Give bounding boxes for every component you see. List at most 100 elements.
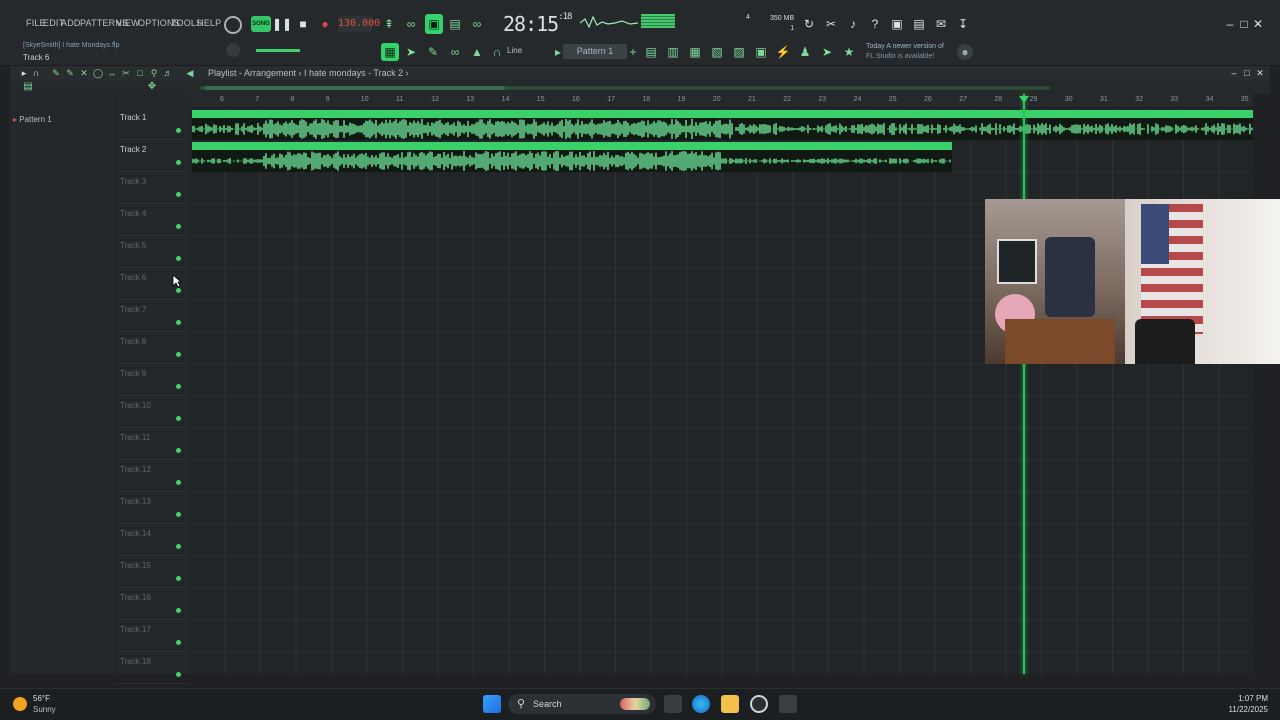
add-pattern-icon[interactable]: +	[625, 44, 641, 60]
track-header[interactable]: Track 1	[116, 108, 188, 140]
timeline-ruler[interactable]: 6 7 8 9 10 11 12 13 14 15 16 17 18 19 20 21 22 23 24 25 26 27…	[190, 94, 1253, 108]
pattern-selector[interactable]: Pattern 1	[563, 44, 627, 59]
playlist-speaker-icon[interactable]: ♬	[160, 65, 176, 81]
track-mute-led[interactable]	[176, 320, 181, 325]
plugin-icon[interactable]: ▨	[731, 44, 747, 60]
menu-view[interactable]: VIEW	[116, 18, 140, 28]
track-mute-led[interactable]	[176, 576, 181, 581]
track-header[interactable]: Track 16	[116, 588, 188, 620]
track-header[interactable]: Track 12	[116, 460, 188, 492]
track-header[interactable]: Track 18	[116, 652, 188, 684]
track-header[interactable]: Track 14	[116, 524, 188, 556]
undo-icon[interactable]: ↻	[801, 16, 817, 32]
piano-roll-icon[interactable]: ▦	[687, 44, 703, 60]
clock-date[interactable]: 11/22/2025	[1229, 705, 1268, 714]
fl-studio-icon[interactable]	[779, 695, 797, 713]
song-time-display[interactable]: 28:15:18	[503, 12, 573, 36]
pattern-picker-item[interactable]: ▸ Pattern 1	[13, 115, 52, 124]
track-header[interactable]: Track 10	[116, 396, 188, 428]
browser-icon[interactable]: ▧	[709, 44, 725, 60]
track-mute-led[interactable]	[176, 224, 181, 229]
send-icon[interactable]: ➤	[819, 44, 835, 60]
sun-icon[interactable]	[13, 697, 27, 711]
snap-selector[interactable]: Line	[507, 46, 522, 55]
track-header[interactable]: Track 9	[116, 364, 188, 396]
file-explorer-icon[interactable]	[721, 695, 739, 713]
cut-icon[interactable]: ✂	[823, 16, 839, 32]
track-header[interactable]: Track 5	[116, 236, 188, 268]
audio-clip-track-2[interactable]: I hate mondays - Track 2	[192, 142, 952, 172]
track-header[interactable]: Track 4	[116, 204, 188, 236]
playhead-marker-icon[interactable]	[1019, 96, 1029, 103]
file-icon[interactable]: ▣	[753, 44, 769, 60]
channel-rack-icon[interactable]: ▤	[643, 44, 659, 60]
taskbar-search[interactable]: ⚲ Search	[508, 694, 656, 714]
track-header[interactable]: Track 3	[116, 172, 188, 204]
picker-icon[interactable]: ▤	[20, 79, 36, 95]
arrow-right-icon[interactable]: ➤	[403, 44, 419, 60]
playlist-close-icon[interactable]: ✕	[1252, 65, 1268, 81]
task-view-icon[interactable]	[664, 695, 682, 713]
windows-start-icon[interactable]	[483, 695, 501, 713]
stamp-icon[interactable]: ▲	[469, 44, 485, 60]
loop-record-icon[interactable]: ∞	[403, 16, 419, 32]
news-panel[interactable]: Today A newer version of FL Studio is ava…	[866, 42, 944, 62]
horizontal-scrollbar[interactable]	[200, 86, 1050, 90]
track-header[interactable]: Track 15	[116, 556, 188, 588]
track-header[interactable]: Track 2	[116, 140, 188, 172]
tempo-display[interactable]: 130.000	[338, 16, 380, 32]
chat-icon[interactable]: ✉	[933, 16, 949, 32]
track-header[interactable]: Track 17	[116, 620, 188, 652]
mixer-icon[interactable]: ▤	[911, 16, 927, 32]
track-mute-led[interactable]	[176, 288, 181, 293]
help-icon[interactable]: ?	[867, 16, 883, 32]
track-mute-led[interactable]	[176, 448, 181, 453]
track-mute-led[interactable]	[176, 384, 181, 389]
save-icon[interactable]: ▣	[889, 16, 905, 32]
playhead[interactable]	[1023, 94, 1025, 674]
track-mute-led[interactable]	[176, 480, 181, 485]
person-icon[interactable]: ♟	[797, 44, 813, 60]
menu-add[interactable]: ADD	[61, 18, 81, 28]
song-mode-button[interactable]: SONG	[251, 16, 271, 32]
steam-icon[interactable]	[750, 695, 768, 713]
track-header[interactable]: Track 11	[116, 428, 188, 460]
mixer-view-icon[interactable]: ▥	[665, 44, 681, 60]
track-mute-led[interactable]	[176, 608, 181, 613]
track-header[interactable]: Track 7	[116, 300, 188, 332]
download-icon[interactable]: ↧	[955, 16, 971, 32]
blend-notes-icon[interactable]: ▤	[447, 16, 463, 32]
clock-time[interactable]: 1:07 PM	[1238, 694, 1268, 703]
snap-arrows-icon[interactable]: ✥	[144, 79, 160, 95]
menu-help[interactable]: HELP	[197, 18, 221, 28]
weather-condition[interactable]: Sunny	[33, 705, 56, 714]
globe-icon[interactable]: ●	[957, 44, 973, 60]
scroll-thumb[interactable]	[205, 86, 505, 90]
cart-icon[interactable]: ★	[841, 44, 857, 60]
track-mute-led[interactable]	[176, 128, 181, 133]
link-icon[interactable]: ∞	[447, 44, 463, 60]
track-mute-led[interactable]	[176, 160, 181, 165]
edge-icon[interactable]	[692, 695, 710, 713]
play-icon[interactable]: ❚❚	[272, 16, 292, 32]
master-pitch-knob[interactable]	[226, 43, 240, 57]
pencil-icon[interactable]: ✎	[425, 44, 441, 60]
track-mute-led[interactable]	[176, 416, 181, 421]
playlist-arrow-left-icon[interactable]: ◀	[182, 65, 198, 81]
track-mute-led[interactable]	[176, 512, 181, 517]
arrangement-grid[interactable]	[190, 108, 1253, 674]
track-header[interactable]: Track 13	[116, 492, 188, 524]
audio-clip-track-1[interactable]: I hate mondays - Track 1	[192, 110, 1253, 140]
track-mute-led[interactable]	[176, 192, 181, 197]
close-icon[interactable]: ✕	[1250, 16, 1266, 32]
track-mute-led[interactable]	[176, 544, 181, 549]
step-edit-icon[interactable]: ⇞	[381, 16, 397, 32]
track-mute-led[interactable]	[176, 640, 181, 645]
track-mute-led[interactable]	[176, 352, 181, 357]
microphone-icon[interactable]: ♪	[845, 16, 861, 32]
multilink-icon[interactable]: ∞	[469, 16, 485, 32]
track-mute-led[interactable]	[176, 256, 181, 261]
metronome-knob[interactable]	[224, 16, 242, 34]
playlist-view-icon[interactable]: ▦	[381, 43, 399, 61]
magnet-icon[interactable]: ∩	[489, 44, 505, 60]
